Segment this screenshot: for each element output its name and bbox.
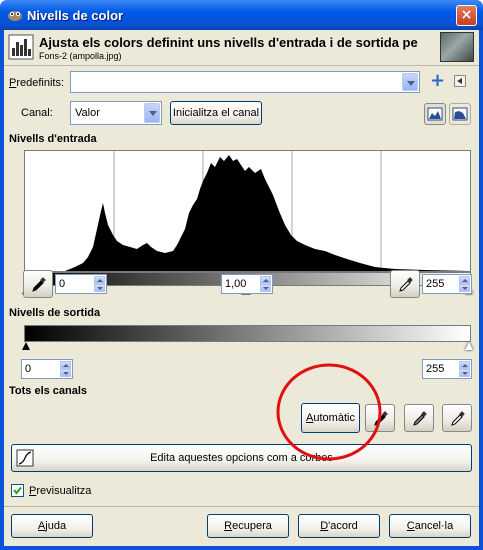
input-low-spin[interactable]: 0 bbox=[55, 274, 107, 294]
spin-up-icon[interactable] bbox=[459, 276, 470, 284]
output-white-slider[interactable] bbox=[465, 342, 473, 350]
chevron-down-icon[interactable] bbox=[402, 73, 418, 91]
curves-icon bbox=[16, 449, 34, 467]
input-gamma-spin[interactable]: 1,00 bbox=[221, 274, 273, 294]
preview-label: Previsualitza bbox=[29, 485, 92, 497]
channel-label: Canal: bbox=[21, 107, 53, 119]
presets-label: Predefinits: bbox=[9, 77, 65, 89]
input-high-spin[interactable]: 255 bbox=[422, 274, 472, 294]
eyedropper-white-icon bbox=[451, 411, 465, 426]
ok-button[interactable]: D'acord bbox=[298, 514, 380, 538]
reset-channel-button[interactable]: Inicialitza el canal bbox=[170, 101, 262, 125]
gray-point-picker[interactable] bbox=[404, 404, 434, 432]
spin-up-icon[interactable] bbox=[94, 276, 105, 284]
white-point-picker[interactable] bbox=[442, 404, 472, 432]
eyedropper-gray-icon bbox=[413, 411, 427, 426]
input-black-picker[interactable] bbox=[23, 270, 53, 298]
linear-histogram-toggle[interactable] bbox=[424, 103, 446, 125]
spin-down-icon[interactable] bbox=[260, 284, 271, 292]
histogram-shape bbox=[25, 155, 470, 271]
footer-separator bbox=[4, 506, 479, 507]
gimp-icon bbox=[8, 11, 22, 21]
input-white-picker[interactable] bbox=[390, 270, 420, 298]
histogram[interactable] bbox=[24, 150, 471, 272]
eyedropper-white-icon bbox=[399, 277, 413, 292]
presets-combo[interactable] bbox=[70, 71, 420, 93]
window-title: Nivells de color bbox=[27, 8, 124, 23]
input-levels-heading: Nivells d'entrada bbox=[9, 133, 97, 145]
image-name: Fons-2 (ampolla.jpg) bbox=[39, 51, 122, 61]
spin-up-icon[interactable] bbox=[60, 361, 71, 369]
cancel-button[interactable]: Cancel·la bbox=[389, 514, 471, 538]
edit-as-curves-button[interactable]: Edita aquestes opcions com a corbes bbox=[11, 444, 472, 472]
histogram-plot bbox=[25, 151, 470, 271]
checkmark-icon bbox=[13, 486, 22, 495]
eyedropper-black-icon bbox=[32, 277, 46, 292]
close-button[interactable]: × bbox=[456, 5, 477, 26]
log-histogram-icon bbox=[452, 107, 468, 121]
annotation-circle bbox=[276, 363, 382, 461]
dialog-client: Ajusta els colors definint uns nivells d… bbox=[4, 30, 479, 546]
output-gradient-bar bbox=[24, 325, 471, 342]
all-channels-heading: Tots els canals bbox=[9, 385, 88, 397]
title-bar[interactable]: Nivells de color × bbox=[0, 0, 483, 30]
levels-icon bbox=[8, 34, 34, 60]
spin-up-icon[interactable] bbox=[260, 276, 271, 284]
spin-up-icon[interactable] bbox=[459, 361, 470, 369]
linear-histogram-icon bbox=[427, 107, 443, 121]
chevron-down-icon[interactable] bbox=[144, 103, 160, 123]
spin-down-icon[interactable] bbox=[60, 369, 71, 377]
output-levels-heading: Nivells de sortida bbox=[9, 307, 101, 319]
reset-button[interactable]: Recupera bbox=[207, 514, 289, 538]
spin-down-icon[interactable] bbox=[459, 284, 470, 292]
header-separator bbox=[4, 65, 479, 66]
preset-menu-icon[interactable] bbox=[454, 75, 466, 87]
spin-down-icon[interactable] bbox=[94, 284, 105, 292]
output-high-spin[interactable]: 255 bbox=[422, 359, 472, 379]
preview-checkbox[interactable] bbox=[11, 484, 24, 497]
output-low-spin[interactable]: 0 bbox=[21, 359, 73, 379]
output-black-slider[interactable] bbox=[22, 342, 30, 350]
spin-down-icon[interactable] bbox=[459, 369, 470, 377]
image-thumbnail bbox=[440, 32, 474, 62]
dialog-window: Nivells de color × Ajusta els colors def… bbox=[0, 0, 483, 550]
channel-combo[interactable]: Valor bbox=[70, 101, 162, 125]
add-preset-icon[interactable]: + bbox=[430, 72, 445, 90]
dialog-heading: Ajusta els colors definint uns nivells d… bbox=[39, 35, 418, 50]
log-histogram-toggle[interactable] bbox=[449, 103, 471, 125]
help-button[interactable]: Ajuda bbox=[11, 514, 93, 538]
